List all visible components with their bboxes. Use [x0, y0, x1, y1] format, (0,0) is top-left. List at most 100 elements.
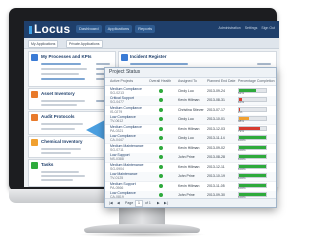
health-indicator-icon — [159, 174, 163, 179]
planned-end-date: 2013-07-17 — [207, 107, 225, 112]
planned-end-date: 2013-11-05 — [207, 183, 225, 188]
project-id: SG-0711 — [110, 147, 124, 152]
widget-line — [41, 104, 77, 106]
planned-end-date: 2013-12-11 — [207, 164, 225, 169]
health-indicator-icon — [159, 183, 163, 188]
widget-tasks[interactable]: Tasks — [28, 159, 116, 187]
nav-reports[interactable]: Reports — [135, 25, 156, 33]
panel-footer: |◀ ◀ Page 1 of 1 ▶ ▶| — [105, 198, 276, 207]
subnav-private-applications[interactable]: Private Applications — [66, 40, 103, 48]
planned-end-date: 2013-11-14 — [207, 136, 225, 141]
project-status-panel: Project Status Active Projects Overall H… — [104, 67, 277, 208]
col-overall-health[interactable]: Overall Health — [149, 79, 171, 83]
assigned-to: Kevin Hillman — [178, 164, 200, 169]
widget-line — [41, 175, 85, 177]
widget-title: Audit Protocols — [41, 114, 75, 119]
table-header: Active Projects Overall Health Assigned … — [105, 78, 276, 86]
project-id: PA-0321 — [110, 128, 124, 133]
assigned-to: Kevin Hillman — [178, 98, 200, 103]
assigned-to: John Prine — [178, 155, 195, 160]
header-link-sign-out[interactable]: Sign Out — [261, 26, 275, 30]
health-indicator-icon — [159, 164, 163, 169]
header-links: Administration Settings Sign Out — [219, 26, 275, 30]
widget-line — [41, 152, 71, 154]
page-input[interactable]: 1 — [135, 200, 143, 207]
completion-percent: 100% — [238, 166, 246, 171]
project-id: TV-0612 — [110, 119, 124, 124]
app-header: Locus Dashboard Applications Reports Adm… — [24, 21, 279, 38]
processes-icon — [31, 54, 38, 61]
assigned-to: John Prine — [178, 193, 195, 198]
logo-mark — [29, 26, 32, 34]
top-nav: Dashboard Applications Reports — [76, 25, 156, 33]
planned-end-date: 2013-09-24 — [207, 88, 225, 93]
page-label: Page — [125, 201, 134, 205]
widget-title: Chemical Inventory — [41, 139, 83, 144]
nav-applications[interactable]: Applications — [104, 25, 133, 33]
planned-end-date: 2013-09-30 — [207, 193, 225, 198]
project-id: SG-0477 — [110, 100, 125, 105]
completion-percent: 100% — [238, 185, 246, 190]
last-page-icon[interactable]: ▶| — [164, 201, 168, 205]
health-indicator-icon — [159, 88, 163, 93]
assigned-to: Cindy Luo — [178, 136, 194, 141]
base-shadow — [78, 232, 206, 237]
widget-title: My Processes and KPIs — [41, 54, 92, 59]
widget-line — [257, 63, 271, 65]
widget-title: Asset Inventory — [41, 91, 75, 96]
project-id: SG-0213 — [110, 90, 125, 95]
assigned-to: Kevin Hillman — [178, 145, 200, 150]
subnav: My Applications Private Applications — [24, 38, 279, 49]
col-active-projects[interactable]: Active Projects — [110, 79, 133, 83]
widget-title: Tasks — [41, 162, 54, 167]
header-link-settings[interactable]: Settings — [245, 26, 258, 30]
widget-asset-inventory[interactable]: Asset Inventory — [28, 88, 116, 110]
project-id: CA-0447 — [110, 138, 124, 143]
widget-title: Incident Register — [130, 54, 167, 59]
planned-end-date: 2013-10-19 — [207, 174, 225, 179]
first-page-icon[interactable]: |◀ — [109, 201, 113, 205]
assigned-to: Cindy Luo — [178, 117, 194, 122]
col-planned-end-date[interactable]: Planned End Date — [207, 79, 235, 83]
project-id: SG-0904 — [110, 166, 125, 171]
completion-percent: 100% — [238, 176, 246, 180]
widget-line — [96, 63, 110, 65]
planned-end-date: 2013-09-02 — [207, 145, 225, 150]
app-logo[interactable]: Locus — [34, 22, 70, 36]
completion-percent: 100% — [238, 138, 246, 142]
health-indicator-icon — [159, 126, 163, 131]
incident-icon — [121, 54, 128, 61]
col-assigned-to[interactable]: Assigned To — [178, 79, 197, 83]
assigned-to: Cindy Luo — [178, 88, 194, 93]
widget-line — [41, 68, 87, 70]
widget-line — [41, 100, 85, 102]
asset-icon — [31, 91, 38, 98]
widget-line — [41, 171, 79, 173]
nav-dashboard[interactable]: Dashboard — [76, 25, 102, 33]
next-page-icon[interactable]: ▶ — [157, 201, 160, 205]
subnav-my-applications[interactable]: My Applications — [28, 40, 59, 48]
project-id: IS-0279 — [110, 109, 123, 114]
widget-processes[interactable]: My Processes and KPIs — [28, 51, 116, 87]
prev-page-icon[interactable]: ◀ — [117, 201, 120, 205]
page-of-label: of 1 — [145, 201, 151, 205]
tasks-icon — [31, 162, 38, 169]
health-indicator-icon — [159, 155, 163, 160]
completion-bar — [238, 106, 267, 112]
widget-line — [41, 123, 83, 125]
health-indicator-icon — [159, 145, 163, 150]
assigned-to: John Prine — [178, 174, 195, 179]
chemical-icon — [31, 139, 38, 146]
widget-line — [41, 128, 75, 130]
health-indicator-icon — [159, 98, 163, 103]
col-percentage-completion[interactable]: Percentage Completion — [238, 79, 275, 83]
project-id: NS-0388 — [110, 157, 124, 162]
header-link-administration[interactable]: Administration — [219, 26, 241, 30]
audit-icon — [31, 114, 38, 121]
panel-title: Project Status — [105, 68, 276, 78]
completion-percent: 38% — [238, 119, 245, 123]
widget-line — [41, 179, 73, 181]
project-id: PA-0566 — [110, 185, 124, 190]
completion-percent: 2% — [238, 109, 243, 114]
completion-percent: 79% — [238, 128, 245, 133]
